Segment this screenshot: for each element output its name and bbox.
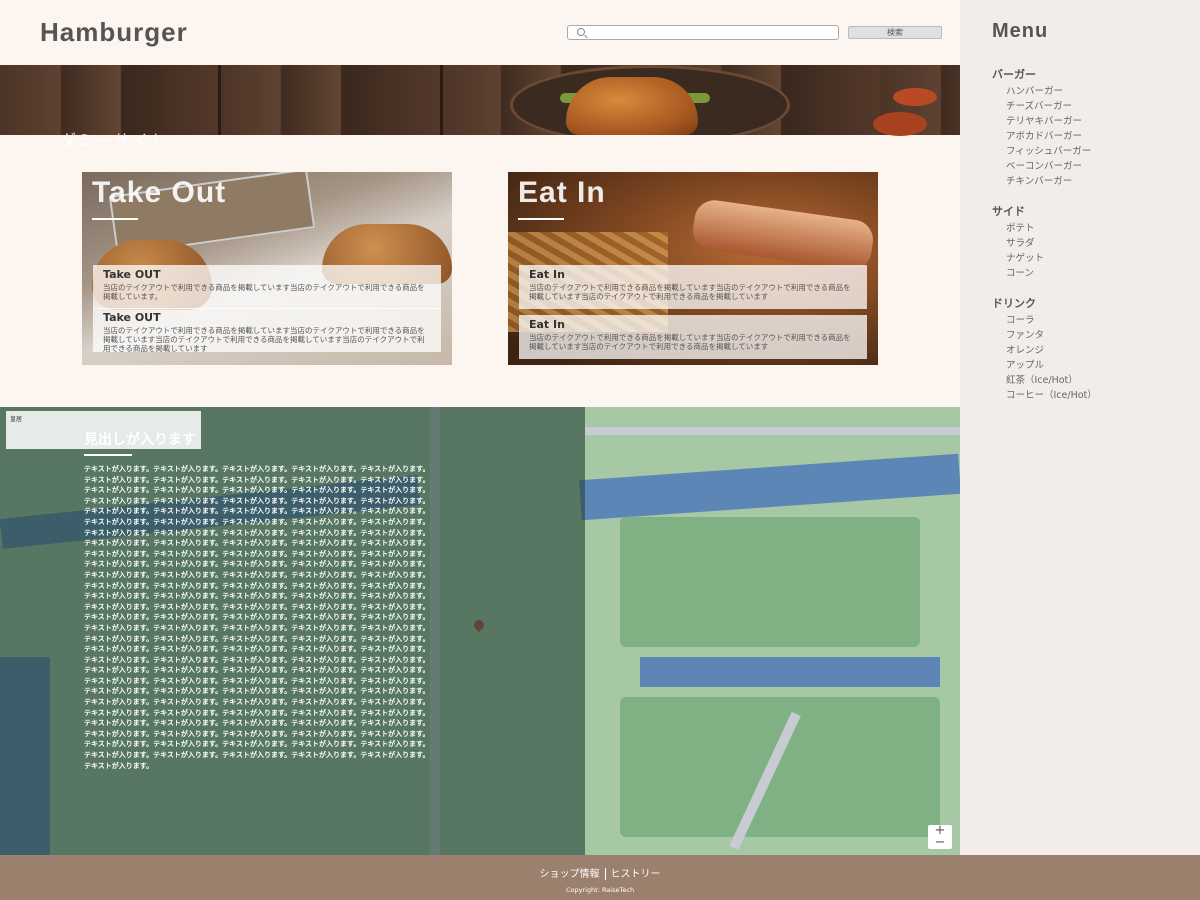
menu-item[interactable]: コーン (1006, 266, 1044, 281)
burger-bun (566, 77, 698, 135)
bacon-burger (690, 197, 876, 273)
copyright: Copyright: RaiseTech (565, 886, 635, 894)
card-underline (518, 218, 564, 220)
footer-nav: ショップ情報 ヒストリー (0, 865, 1200, 880)
box-title: Eat In (529, 318, 565, 331)
menu-group-burger: バーガー ハンバーガー チーズバーガー テリヤキバーガー アボカドバーガー フィ… (992, 66, 1091, 189)
card-title: Eat In (518, 176, 606, 209)
menu-group-title: バーガー (992, 68, 1036, 81)
map-section[interactable]: 皇居 見出しが入ります テキストが入ります。テキストが入ります。テキストが入りま… (0, 407, 960, 855)
card-title: Take Out (92, 176, 227, 209)
menu-item[interactable]: コーラ (1006, 313, 1097, 328)
footer-link-history[interactable]: ヒストリー (611, 865, 661, 880)
menu-item[interactable]: ベーコンバーガー (1006, 159, 1091, 174)
menu-item[interactable]: ナゲット (1006, 251, 1044, 266)
road (585, 427, 960, 435)
zoom-out-button[interactable]: − (928, 836, 952, 849)
tomato (873, 112, 927, 136)
box-text: 当店のテイクアウトで利用できる商品を掲載しています当店のテイクアウトで利用できる… (103, 283, 425, 301)
wood-plank-seam (218, 65, 221, 135)
park-area (620, 517, 920, 647)
eatin-card[interactable]: Eat In Eat In 当店のテイクアウトで利用できる商品を掲載しています当… (508, 172, 878, 365)
card-box: Take OUT 当店のテイクアウトで利用できる商品を掲載しています当店のテイク… (93, 308, 441, 353)
tomato (893, 88, 937, 106)
box-title: Take OUT (103, 311, 161, 324)
sidebar-menu: Menu バーガー ハンバーガー チーズバーガー テリヤキバーガー アボカドバー… (960, 0, 1200, 855)
menu-item[interactable]: アボカドバーガー (1006, 129, 1091, 144)
card-box: Eat In 当店のテイクアウトで利用できる商品を掲載しています当店のテイクアウ… (519, 315, 867, 359)
moat (579, 453, 960, 521)
card-box: Take OUT 当店のテイクアウトで利用できる商品を掲載しています当店のテイク… (93, 265, 441, 309)
menu-item[interactable]: ポテト (1006, 221, 1044, 236)
section-heading: 見出しが入ります (84, 432, 196, 448)
search-button[interactable]: 検索 (848, 26, 942, 39)
card-box: Eat In 当店のテイクアウトで利用できる商品を掲載しています当店のテイクアウ… (519, 265, 867, 309)
menu-group-title: ドリンク (992, 297, 1036, 310)
menu-item[interactable]: ファンタ (1006, 328, 1097, 343)
menu-title: Menu (992, 20, 1049, 42)
box-text: 当店のテイクアウトで利用できる商品を掲載しています当店のテイクアウトで利用できる… (529, 333, 851, 351)
menu-item[interactable]: フィッシュバーガー (1006, 144, 1091, 159)
menu-item[interactable]: オレンジ (1006, 343, 1097, 358)
menu-item[interactable]: サラダ (1006, 236, 1044, 251)
box-title: Take OUT (103, 268, 161, 281)
menu-item[interactable]: テリヤキバーガー (1006, 114, 1091, 129)
menu-item[interactable]: ハンバーガー (1006, 84, 1091, 99)
footer-link-shop-info[interactable]: ショップ情報 (540, 865, 600, 880)
menu-item[interactable]: チーズバーガー (1006, 99, 1091, 114)
site-logo[interactable]: Hamburger (40, 17, 188, 48)
map-info-title: 皇居 (10, 416, 23, 423)
search-input[interactable] (588, 26, 833, 39)
section-body-text: テキストが入ります。テキストが入ります。テキストが入ります。テキストが入ります。… (84, 465, 430, 770)
menu-group-title: サイド (992, 205, 1025, 218)
menu-item[interactable]: 紅茶（Ice/Hot） (1006, 373, 1097, 388)
menu-item[interactable]: アップル (1006, 358, 1097, 373)
menu-item[interactable]: コーヒー（Ice/Hot） (1006, 388, 1097, 403)
box-title: Eat In (529, 268, 565, 281)
takeout-card[interactable]: Take Out Take OUT 当店のテイクアウトで利用できる商品を掲載して… (82, 172, 452, 365)
menu-item[interactable]: チキンバーガー (1006, 174, 1091, 189)
card-underline (92, 218, 138, 220)
header: Hamburger 検索 (0, 0, 960, 65)
park-area (620, 697, 940, 837)
search-icon (577, 28, 585, 36)
menu-group-side: サイド ポテト サラダ ナゲット コーン (992, 203, 1044, 281)
heading-underline (84, 454, 132, 456)
map-zoom-control[interactable]: + − (928, 824, 952, 849)
search-box[interactable] (567, 25, 839, 40)
box-text: 当店のテイクアウトで利用できる商品を掲載しています当店のテイクアウトで利用できる… (529, 283, 851, 301)
moat (640, 657, 940, 687)
hero-caption: ダミーサイト (60, 131, 168, 150)
footer: ショップ情報 ヒストリー Copyright: RaiseTech (0, 855, 1200, 900)
box-text: 当店のテイクアウトで利用できる商品を掲載しています当店のテイクアウトで利用できる… (103, 326, 425, 353)
wood-plank-seam (440, 65, 443, 135)
menu-group-drink: ドリンク コーラ ファンタ オレンジ アップル 紅茶（Ice/Hot） コーヒー… (992, 295, 1097, 403)
hero-image (0, 65, 960, 135)
footer-link-separator (604, 868, 606, 880)
